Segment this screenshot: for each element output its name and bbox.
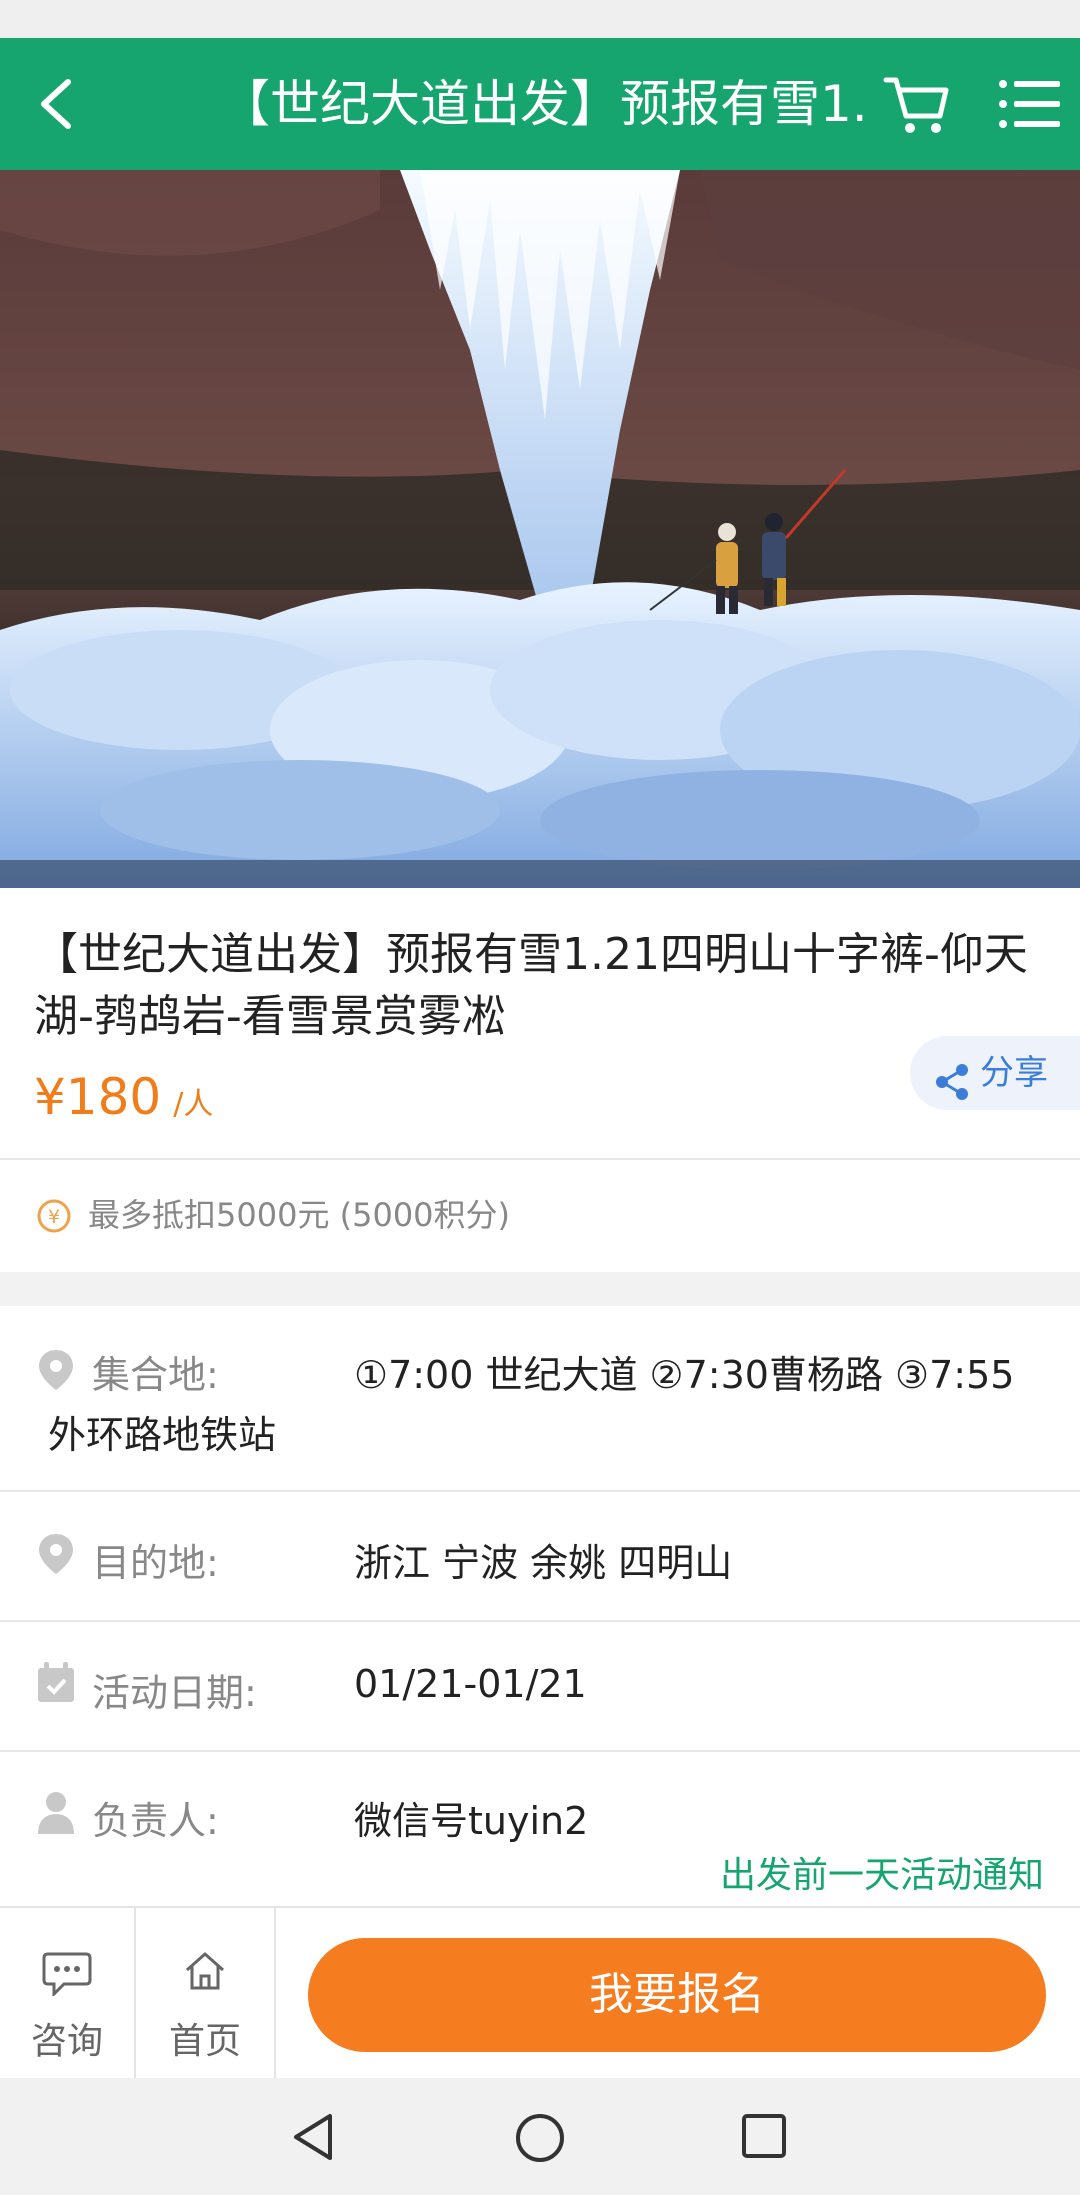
divider <box>274 1908 276 2080</box>
points-info: ¥ 最多抵扣5000元 (5000积分) <box>0 1160 1080 1270</box>
share-icon <box>932 1054 972 1128</box>
leader-label: 负责人: <box>92 1799 219 1843</box>
date-row: 活动日期: 01/21-01/21 <box>0 1622 1080 1750</box>
bottom-action-bar: 咨询 首页 我要报名 <box>0 1906 1080 2080</box>
destination-row: 目的地: 浙江 宁波 余姚 四明山 <box>0 1492 1080 1620</box>
section-gap <box>0 1272 1080 1306</box>
price-amount: ¥180 <box>34 1068 162 1126</box>
consult-label: 咨询 <box>30 2021 103 2062</box>
meeting-label: 集合地: <box>92 1353 219 1397</box>
hero-image <box>0 170 1080 888</box>
destination-label: 目的地: <box>92 1541 219 1585</box>
price: ¥180/人 <box>34 1068 213 1126</box>
meeting-point-row: 集合地: ①7:00 世纪大道 ②7:30曹杨路 ③7:55 外环路地铁站 <box>0 1306 1080 1490</box>
home-label: 首页 <box>168 2021 241 2062</box>
meeting-value-line2: 外环路地铁站 <box>48 1413 277 1457</box>
product-info: 【世纪大道出发】预报有雪1.21四明山十字裤-仰天湖-鹁鸪岩-看雪景赏雾凇 ¥1… <box>0 888 1080 1158</box>
leader-row: 负责人: 微信号tuyin2 出发前一天活动通知 <box>0 1752 1080 1904</box>
price-unit: /人 <box>173 1087 214 1122</box>
header-title: 【世纪大道出发】预报有雪1.21四明山十字裤-仰天湖-鹁鸪岩-看雪景赏雾凇 <box>220 75 870 133</box>
svg-text:¥: ¥ <box>48 1206 60 1228</box>
share-label: 分享 <box>980 1053 1048 1093</box>
calendar-icon <box>36 1662 76 1708</box>
chevron-left-icon[interactable] <box>28 74 88 134</box>
date-value: 01/21-01/21 <box>354 1662 587 1706</box>
meeting-value-line1: ①7:00 世纪大道 ②7:30曹杨路 ③7:55 <box>354 1353 1015 1397</box>
home-button[interactable]: 首页 <box>136 1908 274 2080</box>
square-recents-icon[interactable] <box>740 2112 788 2164</box>
date-label: 活动日期: <box>92 1671 257 1715</box>
circle-home-icon[interactable] <box>514 2112 566 2168</box>
person-icon <box>36 1790 76 1838</box>
home-icon <box>183 1950 227 1996</box>
status-bar <box>0 0 1080 38</box>
leader-value: 微信号tuyin2 <box>354 1799 589 1843</box>
cart-icon[interactable] <box>882 70 952 140</box>
consult-button[interactable]: 咨询 <box>0 1908 134 2080</box>
product-title: 【世纪大道出发】预报有雪1.21四明山十字裤-仰天湖-鹁鸪岩-看雪景赏雾凇 <box>34 929 1028 1042</box>
points-text: 最多抵扣5000元 (5000积分) <box>88 1196 511 1234</box>
location-pin-icon <box>36 1532 76 1580</box>
location-pin-icon <box>36 1348 76 1396</box>
system-nav-bar <box>0 2078 1080 2195</box>
top-header: 【世纪大道出发】预报有雪1.21四明山十字裤-仰天湖-鹁鸪岩-看雪景赏雾凇 <box>0 38 1080 170</box>
menu-icon[interactable] <box>998 76 1062 132</box>
notice-text: 出发前一天活动通知 <box>719 1855 1044 1896</box>
coin-icon: ¥ <box>36 1198 72 1238</box>
signup-button[interactable]: 我要报名 <box>308 1938 1046 2052</box>
share-button[interactable]: 分享 <box>910 1036 1080 1110</box>
triangle-back-icon[interactable] <box>290 2112 338 2166</box>
destination-value: 浙江 宁波 余姚 四明山 <box>354 1541 733 1585</box>
chat-bubble-icon <box>42 1950 92 2000</box>
